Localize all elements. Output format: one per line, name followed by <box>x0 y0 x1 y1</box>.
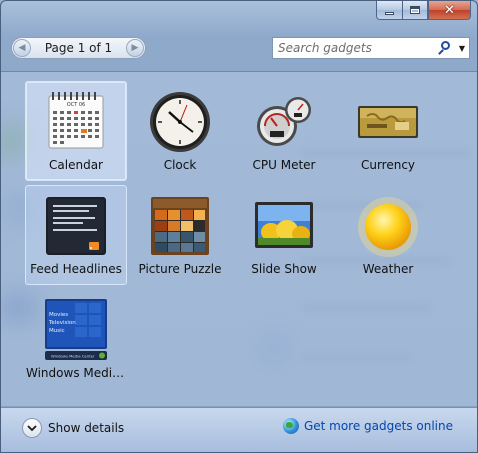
get-more-gadgets-link[interactable]: Get more gadgets online <box>282 418 453 434</box>
minimize-button[interactable] <box>376 1 402 20</box>
currency-icon <box>358 106 418 138</box>
get-more-gadgets-label: Get more gadgets online <box>303 419 453 433</box>
gadget-calendar[interactable]: OCT 06 Calendar <box>25 81 127 181</box>
gadget-label: Slide Show <box>251 262 317 276</box>
gadget-clock[interactable]: Clock <box>129 81 231 181</box>
chevron-left-icon: ◀ <box>18 43 26 53</box>
footer-bar: Show details Get more gadgets online <box>1 407 477 452</box>
chevron-down-icon <box>22 418 42 438</box>
gadget-label: Windows Media... <box>26 366 126 380</box>
windows-media-center-icon: Movies Television Music Windows Media Ce… <box>45 299 107 360</box>
maximize-icon <box>410 6 420 14</box>
close-icon: ✕ <box>444 2 455 18</box>
window-caption-buttons: ✕ <box>376 1 471 21</box>
search-box: ▼ <box>272 37 470 59</box>
search-input[interactable] <box>273 39 439 57</box>
gadget-windows-media-center[interactable]: Movies Television Music Windows Media Ce… <box>25 289 127 389</box>
chevron-down-icon: ▼ <box>458 43 466 53</box>
cpu-meter-icon <box>257 97 311 146</box>
gadget-weather[interactable]: Weather <box>337 185 439 285</box>
minimize-icon <box>385 11 394 15</box>
svg-text:Windows Media Center: Windows Media Center <box>51 354 95 359</box>
chevron-right-icon: ▶ <box>131 43 139 53</box>
show-details-button[interactable]: Show details <box>22 418 124 438</box>
gadget-label: Weather <box>362 262 414 276</box>
gadget-gallery: OCT 06 Calendar Clock CPU Meter Currency… <box>1 71 477 406</box>
svg-text:Movies: Movies <box>49 312 68 318</box>
gadgets-window: ✕ ◀ Page 1 of 1 ▶ ▼ OCT 06 <box>0 0 478 453</box>
gadget-slide-show[interactable]: Slide Show <box>233 185 335 285</box>
page-indicator: Page 1 of 1 <box>44 41 113 55</box>
show-details-label: Show details <box>48 421 125 435</box>
gadget-label: CPU Meter <box>252 158 316 172</box>
search-dropdown-button[interactable]: ▼ <box>455 44 469 53</box>
weather-icon <box>358 197 418 257</box>
svg-text:Music: Music <box>49 328 65 334</box>
clock-icon <box>150 92 210 152</box>
gadget-label: Picture Puzzle <box>138 262 222 276</box>
globe-icon <box>282 418 299 434</box>
previous-page-button[interactable]: ◀ <box>13 39 31 57</box>
svg-text:Television: Television <box>48 320 76 326</box>
search-icon[interactable] <box>438 39 455 57</box>
next-page-button[interactable]: ▶ <box>126 39 144 57</box>
gadget-label: Clock <box>163 158 197 172</box>
gadget-label: Feed Headlines <box>30 262 122 276</box>
close-button[interactable]: ✕ <box>428 1 471 20</box>
svg-text:OCT 06: OCT 06 <box>67 102 85 108</box>
maximize-button[interactable] <box>402 1 428 20</box>
gadget-currency[interactable]: Currency <box>337 81 439 181</box>
slide-show-icon <box>255 202 313 248</box>
gadget-label: Currency <box>360 158 416 172</box>
picture-puzzle-icon <box>151 197 209 255</box>
gadget-label: Calendar <box>49 158 103 172</box>
gadget-picture-puzzle[interactable]: Picture Puzzle <box>129 185 231 285</box>
feed-headlines-icon <box>46 197 106 255</box>
gadget-cpu-meter[interactable]: CPU Meter <box>233 81 335 181</box>
page-navigator: ◀ Page 1 of 1 ▶ <box>11 37 146 59</box>
calendar-icon: OCT 06 <box>48 92 104 149</box>
gadget-feed-headlines[interactable]: Feed Headlines <box>25 185 127 285</box>
